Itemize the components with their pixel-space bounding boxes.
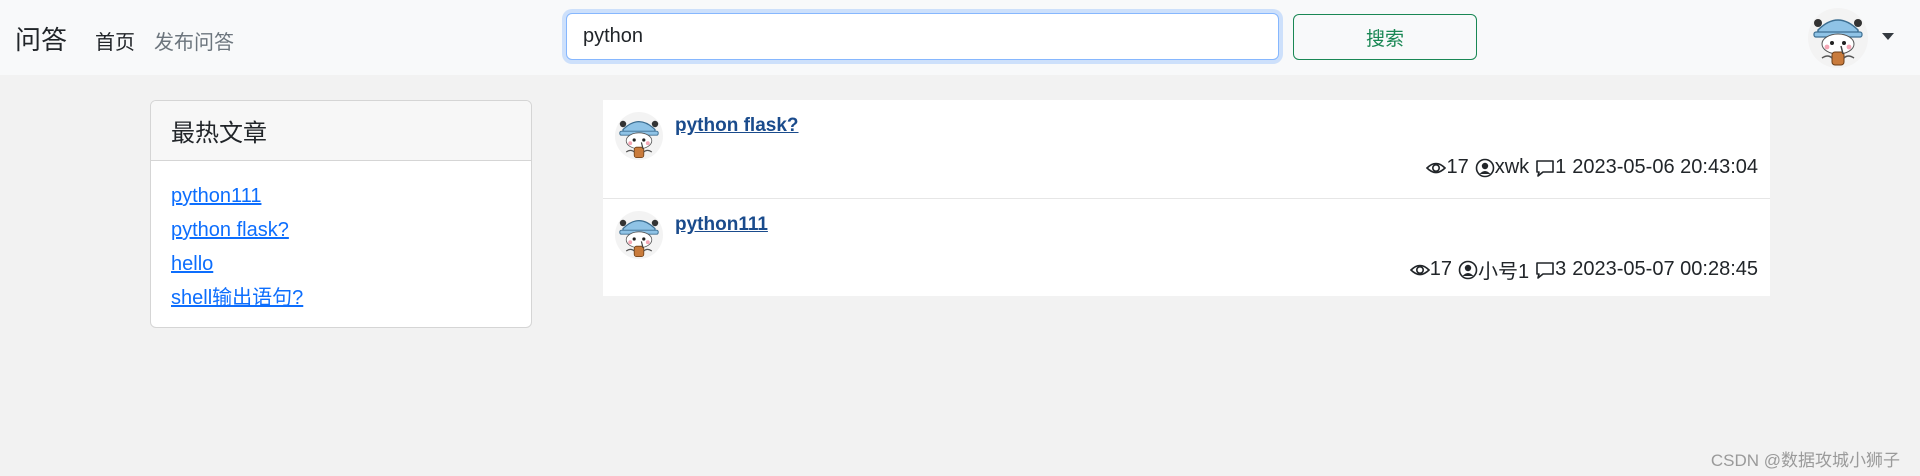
question-item: python111 17 小号1 3 2023-05-07 00:28:45	[603, 198, 1770, 296]
person-circle-icon	[1458, 260, 1478, 279]
question-item: python flask? 17 xwk 1 2023-05-06 20:43:…	[603, 100, 1770, 198]
chat-icon	[1536, 261, 1554, 279]
comment-count: 1	[1555, 156, 1567, 178]
search-input[interactable]	[566, 13, 1279, 60]
view-count: 17	[1429, 258, 1453, 280]
question-list: python flask? 17 xwk 1 2023-05-06 20:43:…	[603, 100, 1770, 296]
eye-icon	[1426, 162, 1447, 173]
search-button[interactable]: 搜索	[1293, 14, 1477, 60]
hot-article-link[interactable]: python111	[171, 179, 511, 213]
question-title-link[interactable]: python flask?	[675, 115, 799, 137]
hot-articles-title: 最热文章	[151, 101, 531, 161]
comment-count: 3	[1555, 258, 1567, 280]
chat-icon	[1536, 159, 1554, 177]
watermark: CSDN @数据攻城小狮子	[1710, 451, 1900, 470]
hot-articles-list: python111 python flask? hello shell输出语句?	[151, 161, 531, 315]
post-time: 2023-05-06 20:43:04	[1572, 156, 1758, 178]
brand-logo[interactable]: 问答	[15, 20, 67, 57]
navbar: 问答 首页 发布问答 搜索	[0, 0, 1920, 75]
post-time: 2023-05-07 00:28:45	[1572, 258, 1758, 280]
hot-article-link[interactable]: python flask?	[171, 213, 511, 247]
hot-article-link[interactable]: hello	[171, 247, 511, 281]
eye-icon	[1409, 264, 1430, 275]
question-author-avatar	[614, 111, 664, 161]
author-name: xwk	[1494, 156, 1530, 178]
question-author-avatar	[614, 210, 664, 260]
hot-articles-card: 最热文章 python111 python flask? hello shell…	[150, 100, 532, 328]
hot-article-link[interactable]: shell输出语句?	[171, 281, 511, 315]
question-meta: 17 小号1 3 2023-05-07 00:28:45	[1409, 255, 1758, 284]
view-count: 17	[1446, 156, 1469, 178]
caret-down-icon[interactable]	[1882, 33, 1894, 40]
question-title-link[interactable]: python111	[675, 214, 768, 236]
person-circle-icon	[1475, 158, 1495, 177]
nav-publish-link[interactable]: 发布问答	[154, 26, 234, 55]
author-name: 小号1	[1478, 261, 1530, 283]
user-avatar[interactable]	[1807, 7, 1869, 69]
nav-home-link[interactable]: 首页	[95, 26, 135, 55]
question-meta: 17 xwk 1 2023-05-06 20:43:04	[1426, 156, 1758, 179]
